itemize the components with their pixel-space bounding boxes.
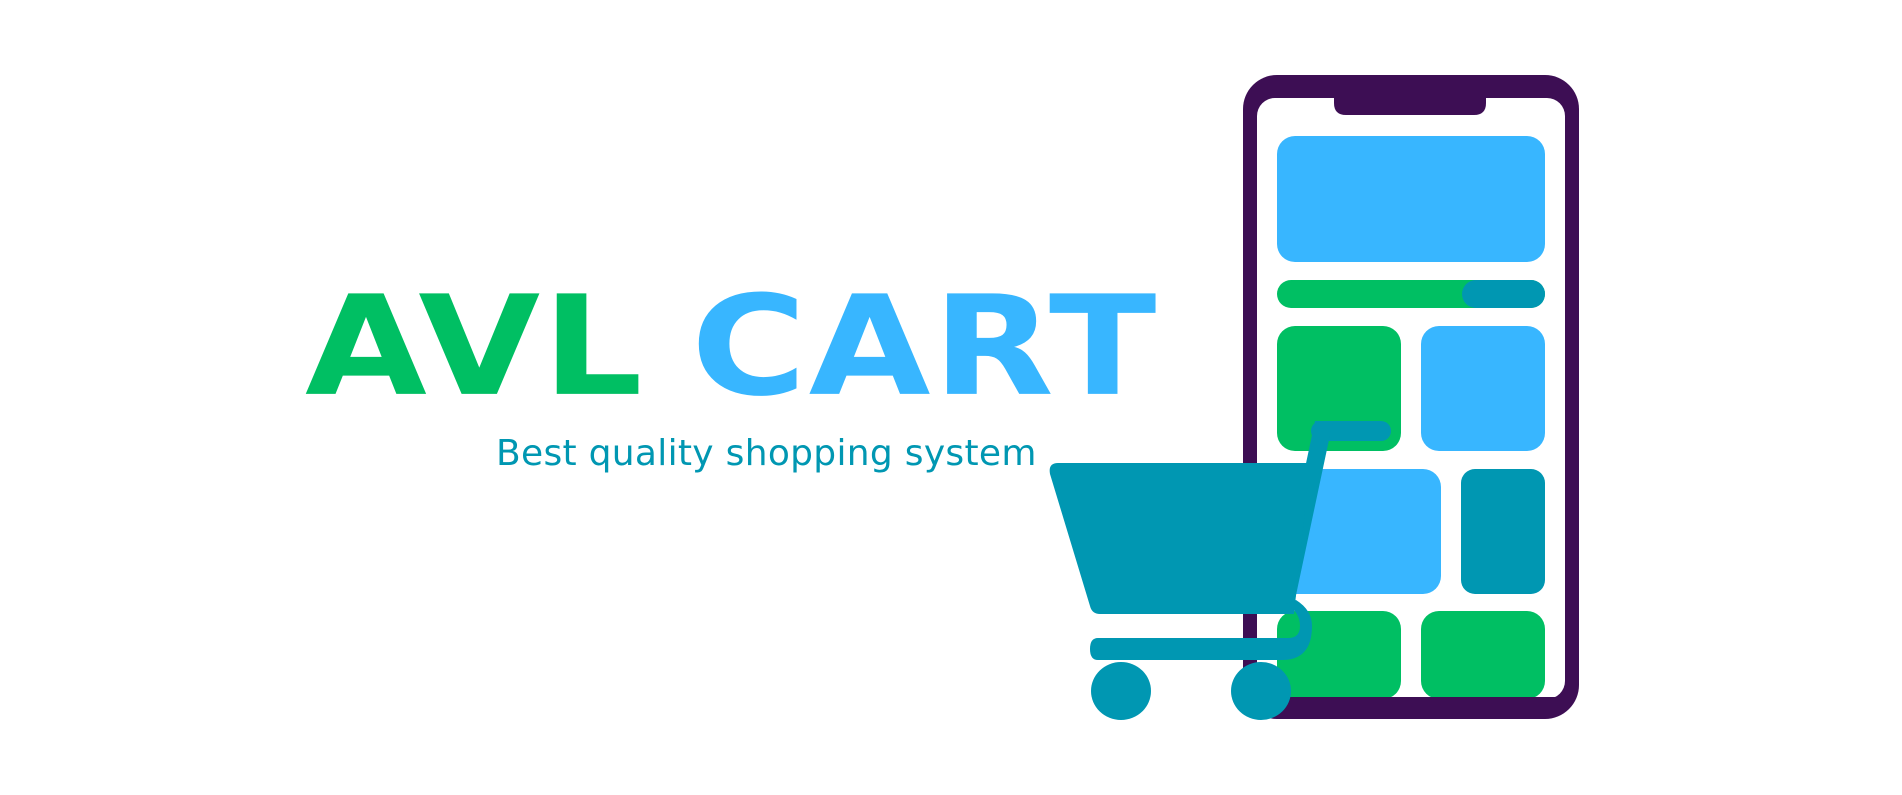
smartphone-icon [1243,75,1579,719]
screen-tile-mask [1257,697,1565,700]
screen-bar-accent [1462,280,1545,308]
screen-banner [1277,136,1545,262]
screen-tile-6 [1421,611,1545,699]
phone-notch [1334,98,1486,115]
cart-wheel-right [1231,662,1291,720]
illustration [1049,75,1579,720]
screen-tile-2 [1421,326,1545,451]
cart-basket [1049,463,1310,614]
logo: AVL CART Best quality shopping system [0,0,1902,795]
cart-wheel-left [1091,662,1151,720]
screen-tile-4 [1461,469,1545,594]
